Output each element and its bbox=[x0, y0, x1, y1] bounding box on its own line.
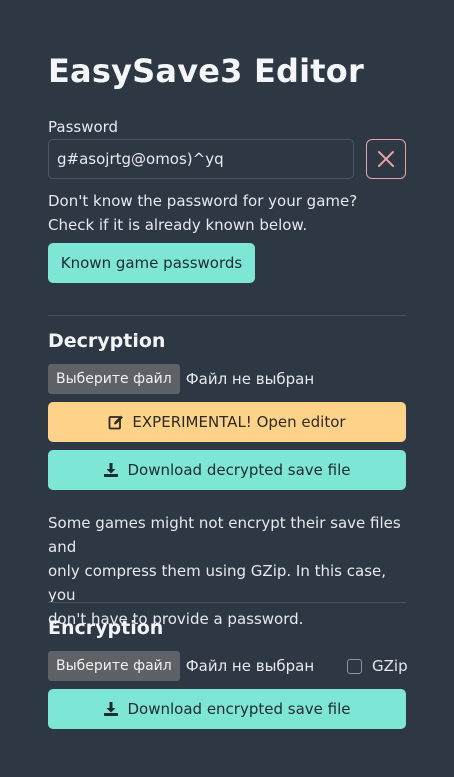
close-icon bbox=[378, 151, 394, 167]
download-encrypted-button[interactable]: Download encrypted save file bbox=[48, 689, 406, 729]
decryption-file-row: Выберите файл Файл не выбран bbox=[48, 364, 314, 394]
editor-page: EasySave3 Editor Password Don't know the… bbox=[0, 0, 454, 777]
download-decrypted-button[interactable]: Download decrypted save file bbox=[48, 450, 406, 490]
decryption-file-button[interactable]: Выберите файл bbox=[48, 364, 180, 394]
edit-icon bbox=[108, 414, 124, 430]
encryption-file-row: Выберите файл Файл не выбран bbox=[48, 651, 314, 681]
divider bbox=[48, 602, 406, 603]
known-passwords-button[interactable]: Known game passwords bbox=[48, 243, 255, 283]
open-editor-label: EXPERIMENTAL! Open editor bbox=[132, 413, 346, 431]
encryption-file-button[interactable]: Выберите файл bbox=[48, 651, 180, 681]
divider bbox=[48, 315, 406, 316]
gzip-note: Some games might not encrypt their save … bbox=[48, 511, 412, 631]
note-line: Some games might not encrypt their save … bbox=[48, 514, 401, 556]
decryption-title: Decryption bbox=[48, 330, 166, 352]
gzip-toggle[interactable]: GZip bbox=[347, 657, 408, 675]
page-title: EasySave3 Editor bbox=[48, 52, 364, 90]
open-editor-button[interactable]: EXPERIMENTAL! Open editor bbox=[48, 402, 406, 442]
clear-password-button[interactable] bbox=[366, 139, 406, 179]
password-label: Password bbox=[48, 118, 119, 136]
password-input[interactable] bbox=[48, 139, 354, 179]
decryption-file-status: Файл не выбран bbox=[185, 370, 315, 388]
encryption-file-status: Файл не выбран bbox=[185, 657, 315, 675]
encryption-title: Encryption bbox=[48, 617, 164, 639]
hint-line: Don't know the password for your game? bbox=[48, 192, 358, 210]
download-icon bbox=[103, 701, 119, 717]
note-line: only compress them using GZip. In this c… bbox=[48, 562, 387, 604]
gzip-checkbox[interactable] bbox=[347, 658, 362, 674]
download-encrypted-label: Download encrypted save file bbox=[127, 700, 351, 718]
download-decrypted-label: Download decrypted save file bbox=[127, 461, 351, 479]
download-icon bbox=[103, 462, 119, 478]
gzip-label: GZip bbox=[372, 657, 408, 675]
hint-line: Check if it is already known below. bbox=[48, 216, 308, 234]
password-hint: Don't know the password for your game? C… bbox=[48, 189, 357, 237]
